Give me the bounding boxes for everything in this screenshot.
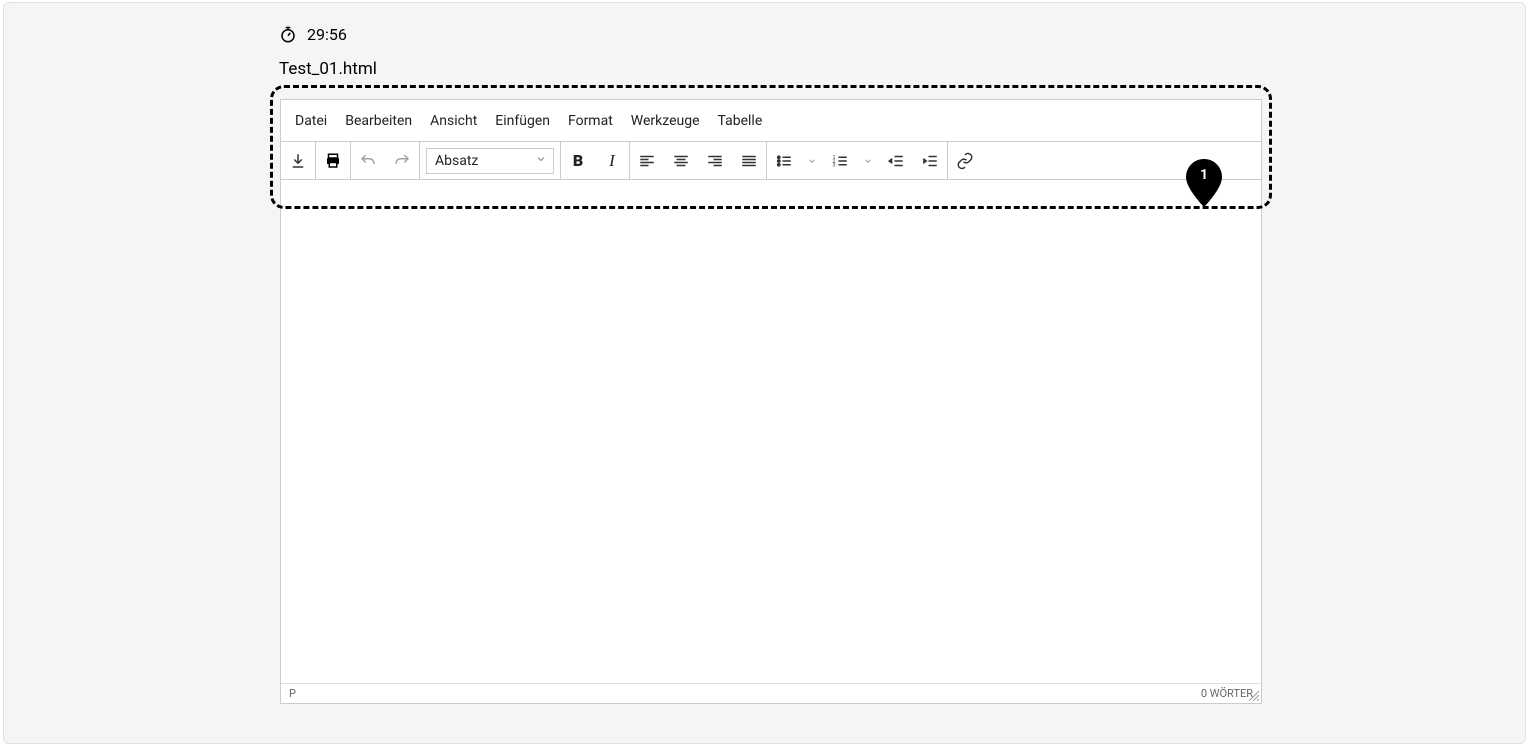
filename-label: Test_01.html [279, 59, 377, 79]
format-select[interactable]: Absatz [426, 148, 554, 174]
menu-file[interactable]: Datei [295, 113, 327, 129]
align-right-button[interactable] [698, 142, 732, 179]
download-button[interactable] [281, 142, 315, 179]
indent-icon [921, 152, 939, 170]
annotation-pin-label: 1 [1200, 167, 1208, 183]
resize-handle-icon[interactable] [1247, 689, 1259, 701]
timer-value: 29:56 [307, 25, 347, 44]
align-left-icon [638, 152, 656, 170]
format-select-label: Absatz [435, 153, 478, 169]
chevron-down-icon [807, 156, 817, 166]
bullet-list-icon [775, 152, 793, 170]
stopwatch-icon [279, 26, 297, 44]
editor-content-area[interactable] [281, 180, 1261, 683]
menu-tools[interactable]: Werkzeuge [631, 113, 700, 129]
timer-row: 29:56 [279, 25, 347, 44]
menu-insert[interactable]: Einfügen [495, 113, 550, 129]
bullet-list-button[interactable] [767, 142, 801, 179]
align-justify-icon [740, 152, 758, 170]
status-bar: P 0 WÖRTER [281, 683, 1261, 703]
element-path[interactable]: P [289, 687, 296, 700]
align-right-icon [706, 152, 724, 170]
undo-button[interactable] [351, 142, 385, 179]
undo-icon [359, 152, 377, 170]
align-left-button[interactable] [630, 142, 664, 179]
toolbar: Absatz B I [281, 142, 1261, 180]
svg-text:3: 3 [833, 162, 836, 168]
print-button[interactable] [316, 142, 350, 179]
numbered-list-icon: 1 2 3 [831, 152, 849, 170]
word-count: 0 WÖRTER [1201, 687, 1253, 700]
chevron-down-icon [535, 153, 547, 169]
numbered-list-dropdown[interactable] [857, 142, 879, 179]
align-justify-button[interactable] [732, 142, 766, 179]
editor: Datei Bearbeiten Ansicht Einfügen Format… [280, 99, 1262, 704]
numbered-list-button[interactable]: 1 2 3 [823, 142, 857, 179]
menu-view[interactable]: Ansicht [430, 113, 477, 129]
link-icon [956, 152, 974, 170]
outdent-button[interactable] [879, 142, 913, 179]
print-icon [324, 152, 342, 170]
annotation-pin: 1 [1186, 159, 1222, 207]
italic-button[interactable]: I [595, 142, 629, 179]
align-center-button[interactable] [664, 142, 698, 179]
download-icon [289, 152, 307, 170]
italic-icon: I [609, 151, 615, 171]
bold-button[interactable]: B [561, 142, 595, 179]
menu-edit[interactable]: Bearbeiten [345, 113, 412, 129]
link-button[interactable] [948, 142, 982, 179]
menubar: Datei Bearbeiten Ansicht Einfügen Format… [281, 100, 1261, 142]
chevron-down-icon [863, 156, 873, 166]
menu-table[interactable]: Tabelle [718, 113, 763, 129]
align-center-icon [672, 152, 690, 170]
indent-button[interactable] [913, 142, 947, 179]
redo-icon [393, 152, 411, 170]
menu-format[interactable]: Format [568, 113, 613, 129]
outdent-icon [887, 152, 905, 170]
redo-button[interactable] [385, 142, 419, 179]
bold-icon: B [573, 151, 583, 170]
bullet-list-dropdown[interactable] [801, 142, 823, 179]
